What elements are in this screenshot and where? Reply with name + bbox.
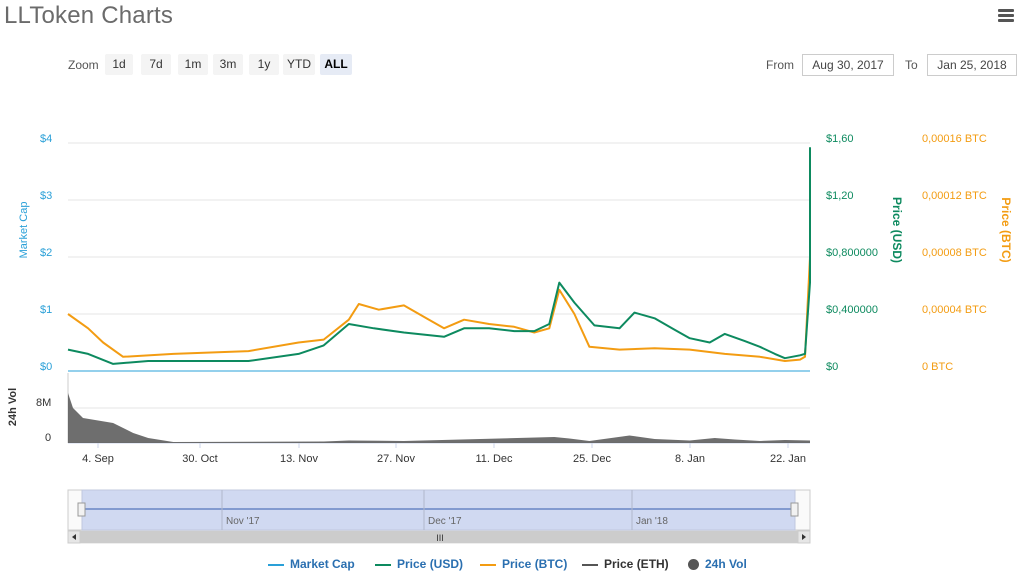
price-btc-axis: 0 BTC 0,00004 BTC 0,00008 BTC 0,00012 BTC 0,… bbox=[922, 133, 987, 373]
market-cap-tick-label: $2 bbox=[40, 247, 52, 259]
legend-price-eth[interactable]: Price (ETH) bbox=[582, 557, 669, 571]
legend-price-btc[interactable]: Price (BTC) bbox=[480, 557, 567, 571]
market-cap-tick-label: $3 bbox=[40, 190, 52, 202]
price-usd-tick-label: $0,800000 bbox=[826, 247, 878, 259]
legend-line-icon bbox=[375, 563, 391, 566]
price-usd-tick-label: $0,400000 bbox=[826, 304, 878, 316]
market-cap-tick-label: $4 bbox=[40, 133, 52, 145]
scrollbar-grip: III bbox=[436, 533, 444, 543]
legend-label: Market Cap bbox=[290, 557, 355, 571]
price-btc-tick-label: 0 BTC bbox=[922, 361, 953, 373]
price-btc-tick-label: 0,00012 BTC bbox=[922, 190, 987, 202]
price-usd-axis-title: Price (USD) bbox=[890, 197, 904, 263]
price-btc-tick-label: 0,00008 BTC bbox=[922, 247, 987, 259]
x-tick-label: 11. Dec bbox=[475, 453, 513, 465]
chart-gridlines bbox=[67, 142, 810, 444]
price-chart: $0 $1 $2 $3 $4 $0 $0,400000 $0,800000 $1,20 $1,6… bbox=[7, 133, 1013, 544]
x-tick-label: 22. Jan bbox=[770, 453, 806, 465]
legend-label: Price (USD) bbox=[397, 557, 464, 571]
legend-market-cap[interactable]: Market Cap bbox=[268, 557, 355, 571]
navigator-left-handle[interactable] bbox=[77, 502, 86, 517]
x-axis: 4. Sep 30. Oct 13. Nov 27. Nov 11. Dec 25. De… bbox=[82, 443, 806, 465]
navigator-label: Dec '17 bbox=[428, 516, 462, 527]
x-tick-label: 4. Sep bbox=[82, 453, 114, 465]
price-btc-line bbox=[67, 175, 811, 362]
volume-tick-label: 0 bbox=[45, 432, 51, 444]
price-btc-axis-title: Price (BTC) bbox=[999, 197, 1013, 262]
navigator-right-handle[interactable] bbox=[790, 502, 799, 517]
market-cap-tick-label: $0 bbox=[40, 361, 52, 373]
legend-label: Price (ETH) bbox=[604, 557, 669, 571]
navigator-label: Jan '18 bbox=[636, 516, 668, 527]
navigator-label: Nov '17 bbox=[226, 516, 260, 527]
x-tick-label: 30. Oct bbox=[182, 453, 217, 465]
price-usd-tick-label: $0 bbox=[826, 361, 838, 373]
legend-price-usd[interactable]: Price (USD) bbox=[375, 557, 463, 571]
market-cap-tick-label: $1 bbox=[40, 304, 52, 316]
x-tick-label: 8. Jan bbox=[675, 453, 705, 465]
legend-line-icon bbox=[582, 563, 598, 566]
legend-line-icon bbox=[480, 563, 496, 566]
volume-axis-title: 24h Vol bbox=[7, 388, 19, 426]
market-cap-axis: $0 $1 $2 $3 $4 bbox=[40, 133, 52, 373]
volume-area bbox=[68, 393, 810, 443]
x-tick-label: 27. Nov bbox=[377, 453, 415, 465]
navigator[interactable]: Nov '17 Dec '17 Jan '18 III bbox=[67, 489, 811, 544]
legend-24h-vol[interactable]: 24h Vol bbox=[688, 557, 747, 571]
legend-circle-icon bbox=[688, 559, 699, 571]
x-tick-label: 13. Nov bbox=[280, 453, 318, 465]
series-layer bbox=[67, 147, 811, 443]
legend-label: 24h Vol bbox=[705, 557, 747, 571]
volume-axis: 0 8M bbox=[36, 397, 51, 444]
price-usd-axis: $0 $0,400000 $0,800000 $1,20 $1,60 bbox=[826, 133, 878, 373]
legend-line-icon bbox=[268, 563, 284, 566]
market-cap-axis-title: Market Cap bbox=[18, 202, 30, 259]
price-btc-tick-label: 0,00016 BTC bbox=[922, 133, 987, 145]
price-usd-line bbox=[67, 147, 811, 365]
legend-label: Price (BTC) bbox=[502, 557, 568, 571]
price-usd-tick-label: $1,60 bbox=[826, 133, 854, 145]
x-tick-label: 25. Dec bbox=[573, 453, 611, 465]
price-usd-tick-label: $1,20 bbox=[826, 190, 854, 202]
volume-tick-label: 8M bbox=[36, 397, 51, 409]
price-btc-tick-label: 0,00004 BTC bbox=[922, 304, 987, 316]
